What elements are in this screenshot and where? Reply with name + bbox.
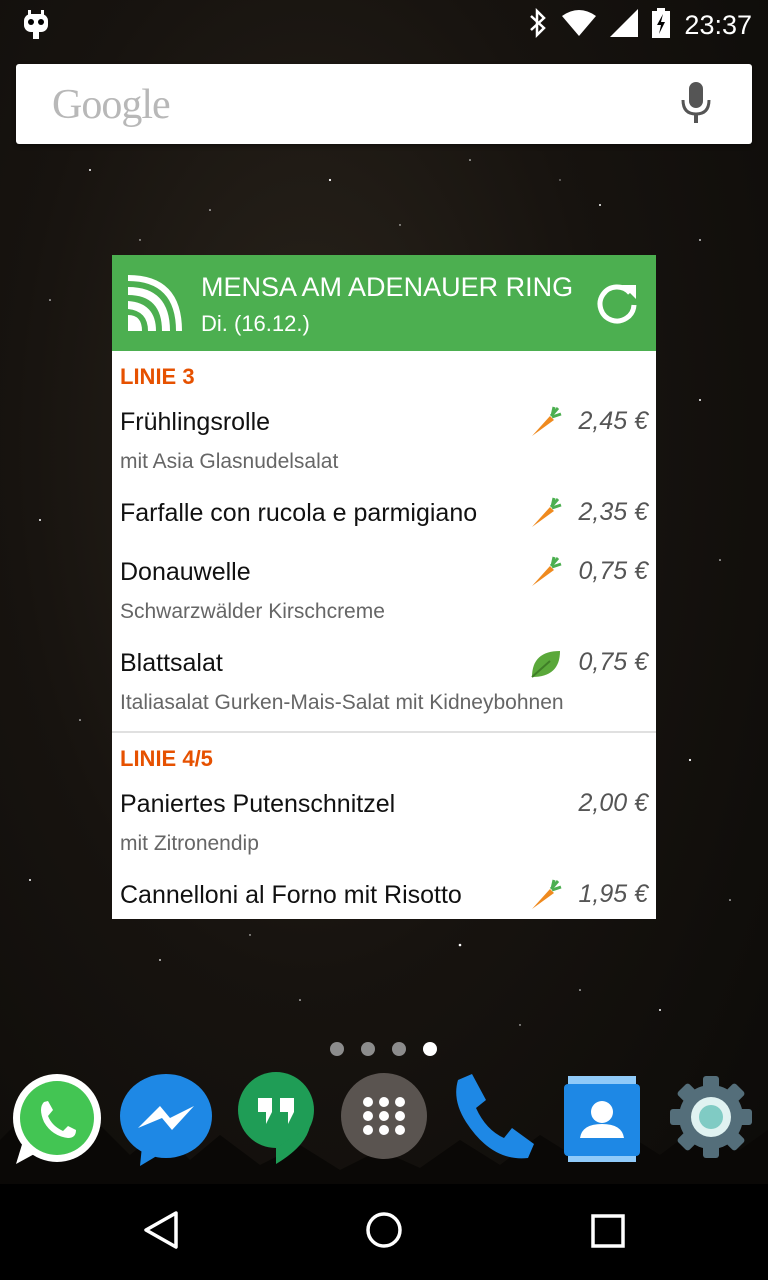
meal-description: Italiasalat Gurken-Mais-Salat mit Kidney… [120, 691, 564, 714]
page-dot [392, 1042, 406, 1056]
phone-icon[interactable] [452, 1072, 536, 1167]
meal-price: 2,45 € [578, 407, 648, 435]
bluetooth-icon [528, 7, 548, 43]
recents-icon[interactable] [590, 1210, 626, 1255]
messenger-icon[interactable] [118, 1072, 214, 1173]
menu-list[interactable]: LINIE 3 Frühlingsrolle mit Asia Glasnude… [112, 351, 656, 919]
google-logo: Google [52, 82, 171, 128]
navigation-bar [0, 1184, 768, 1280]
mensa-widget[interactable]: MENSA AM ADENAUER RING Di. (16.12.) LINI… [112, 255, 656, 919]
settings-icon[interactable] [666, 1072, 756, 1167]
back-icon[interactable] [142, 1210, 180, 1255]
hangouts-icon[interactable] [236, 1072, 316, 1169]
list-item[interactable]: Donauwelle Schwarzwälder Kirschcreme 0,7… [112, 556, 656, 626]
mic-icon[interactable] [680, 82, 712, 129]
meal-name: Cannelloni al Forno mit Risotto [120, 881, 462, 909]
meal-name: Frühlingsrolle [120, 408, 271, 436]
carrot-icon [530, 497, 562, 534]
wifi-icon [562, 10, 597, 41]
meal-name: Farfalle con rucola e parmigiano [120, 499, 478, 527]
list-item[interactable]: Frühlingsrolle mit Asia Glasnudelsalat 2… [112, 406, 656, 476]
status-bar: 23:37 [0, 0, 768, 50]
battery-charging-icon [652, 8, 671, 43]
page-dot-active [423, 1042, 437, 1056]
line-title: LINIE 4/5 [120, 746, 213, 771]
whatsapp-icon[interactable] [8, 1072, 106, 1175]
google-search-bar[interactable]: Google [16, 64, 752, 144]
mensa-logo-icon [124, 273, 184, 338]
app-drawer-icon[interactable] [340, 1072, 428, 1165]
carrot-icon [530, 556, 562, 593]
meal-price: 0,75 € [578, 557, 648, 585]
meal-name: Blattsalat [120, 649, 223, 677]
carrot-icon [530, 406, 562, 443]
meal-price: 0,75 € [578, 648, 648, 676]
list-item[interactable]: Blattsalat Italiasalat Gurken-Mais-Salat… [112, 647, 656, 717]
list-item[interactable]: Farfalle con rucola e parmigiano 2,35 € [112, 497, 656, 530]
meal-price: 2,00 € [578, 789, 648, 817]
meal-description: Schwarzwälder Kirschcreme [120, 600, 385, 623]
carrot-icon [530, 879, 562, 916]
widget-title: MENSA AM ADENAUER RING [201, 272, 574, 302]
page-dot [361, 1042, 375, 1056]
home-icon[interactable] [364, 1210, 404, 1255]
list-item[interactable]: Cannelloni al Forno mit Risotto 1,95 € [112, 879, 656, 912]
contacts-icon[interactable] [562, 1072, 642, 1169]
meal-description: mit Zitronendip [120, 832, 259, 855]
widget-header: MENSA AM ADENAUER RING Di. (16.12.) [112, 255, 656, 351]
meal-name: Paniertes Putenschnitzel [120, 790, 396, 818]
meal-name: Donauwelle [120, 558, 251, 586]
list-item[interactable]: Paniertes Putenschnitzel mit Zitronendip… [112, 788, 656, 858]
meal-description: mit Asia Glasnudelsalat [120, 450, 339, 473]
cyanogenmod-icon [22, 10, 50, 45]
page-dot [330, 1042, 344, 1056]
widget-date: Di. (16.12.) [201, 311, 310, 336]
meal-price: 1,95 € [578, 880, 648, 908]
refresh-icon[interactable] [594, 279, 640, 330]
line-title: LINIE 3 [120, 364, 195, 389]
meal-price: 2,35 € [578, 498, 648, 526]
signal-icon [610, 9, 639, 42]
leaf-icon [530, 647, 562, 684]
dock [0, 1072, 768, 1172]
status-time: 23:37 [684, 10, 752, 40]
page-indicator [330, 1042, 437, 1056]
